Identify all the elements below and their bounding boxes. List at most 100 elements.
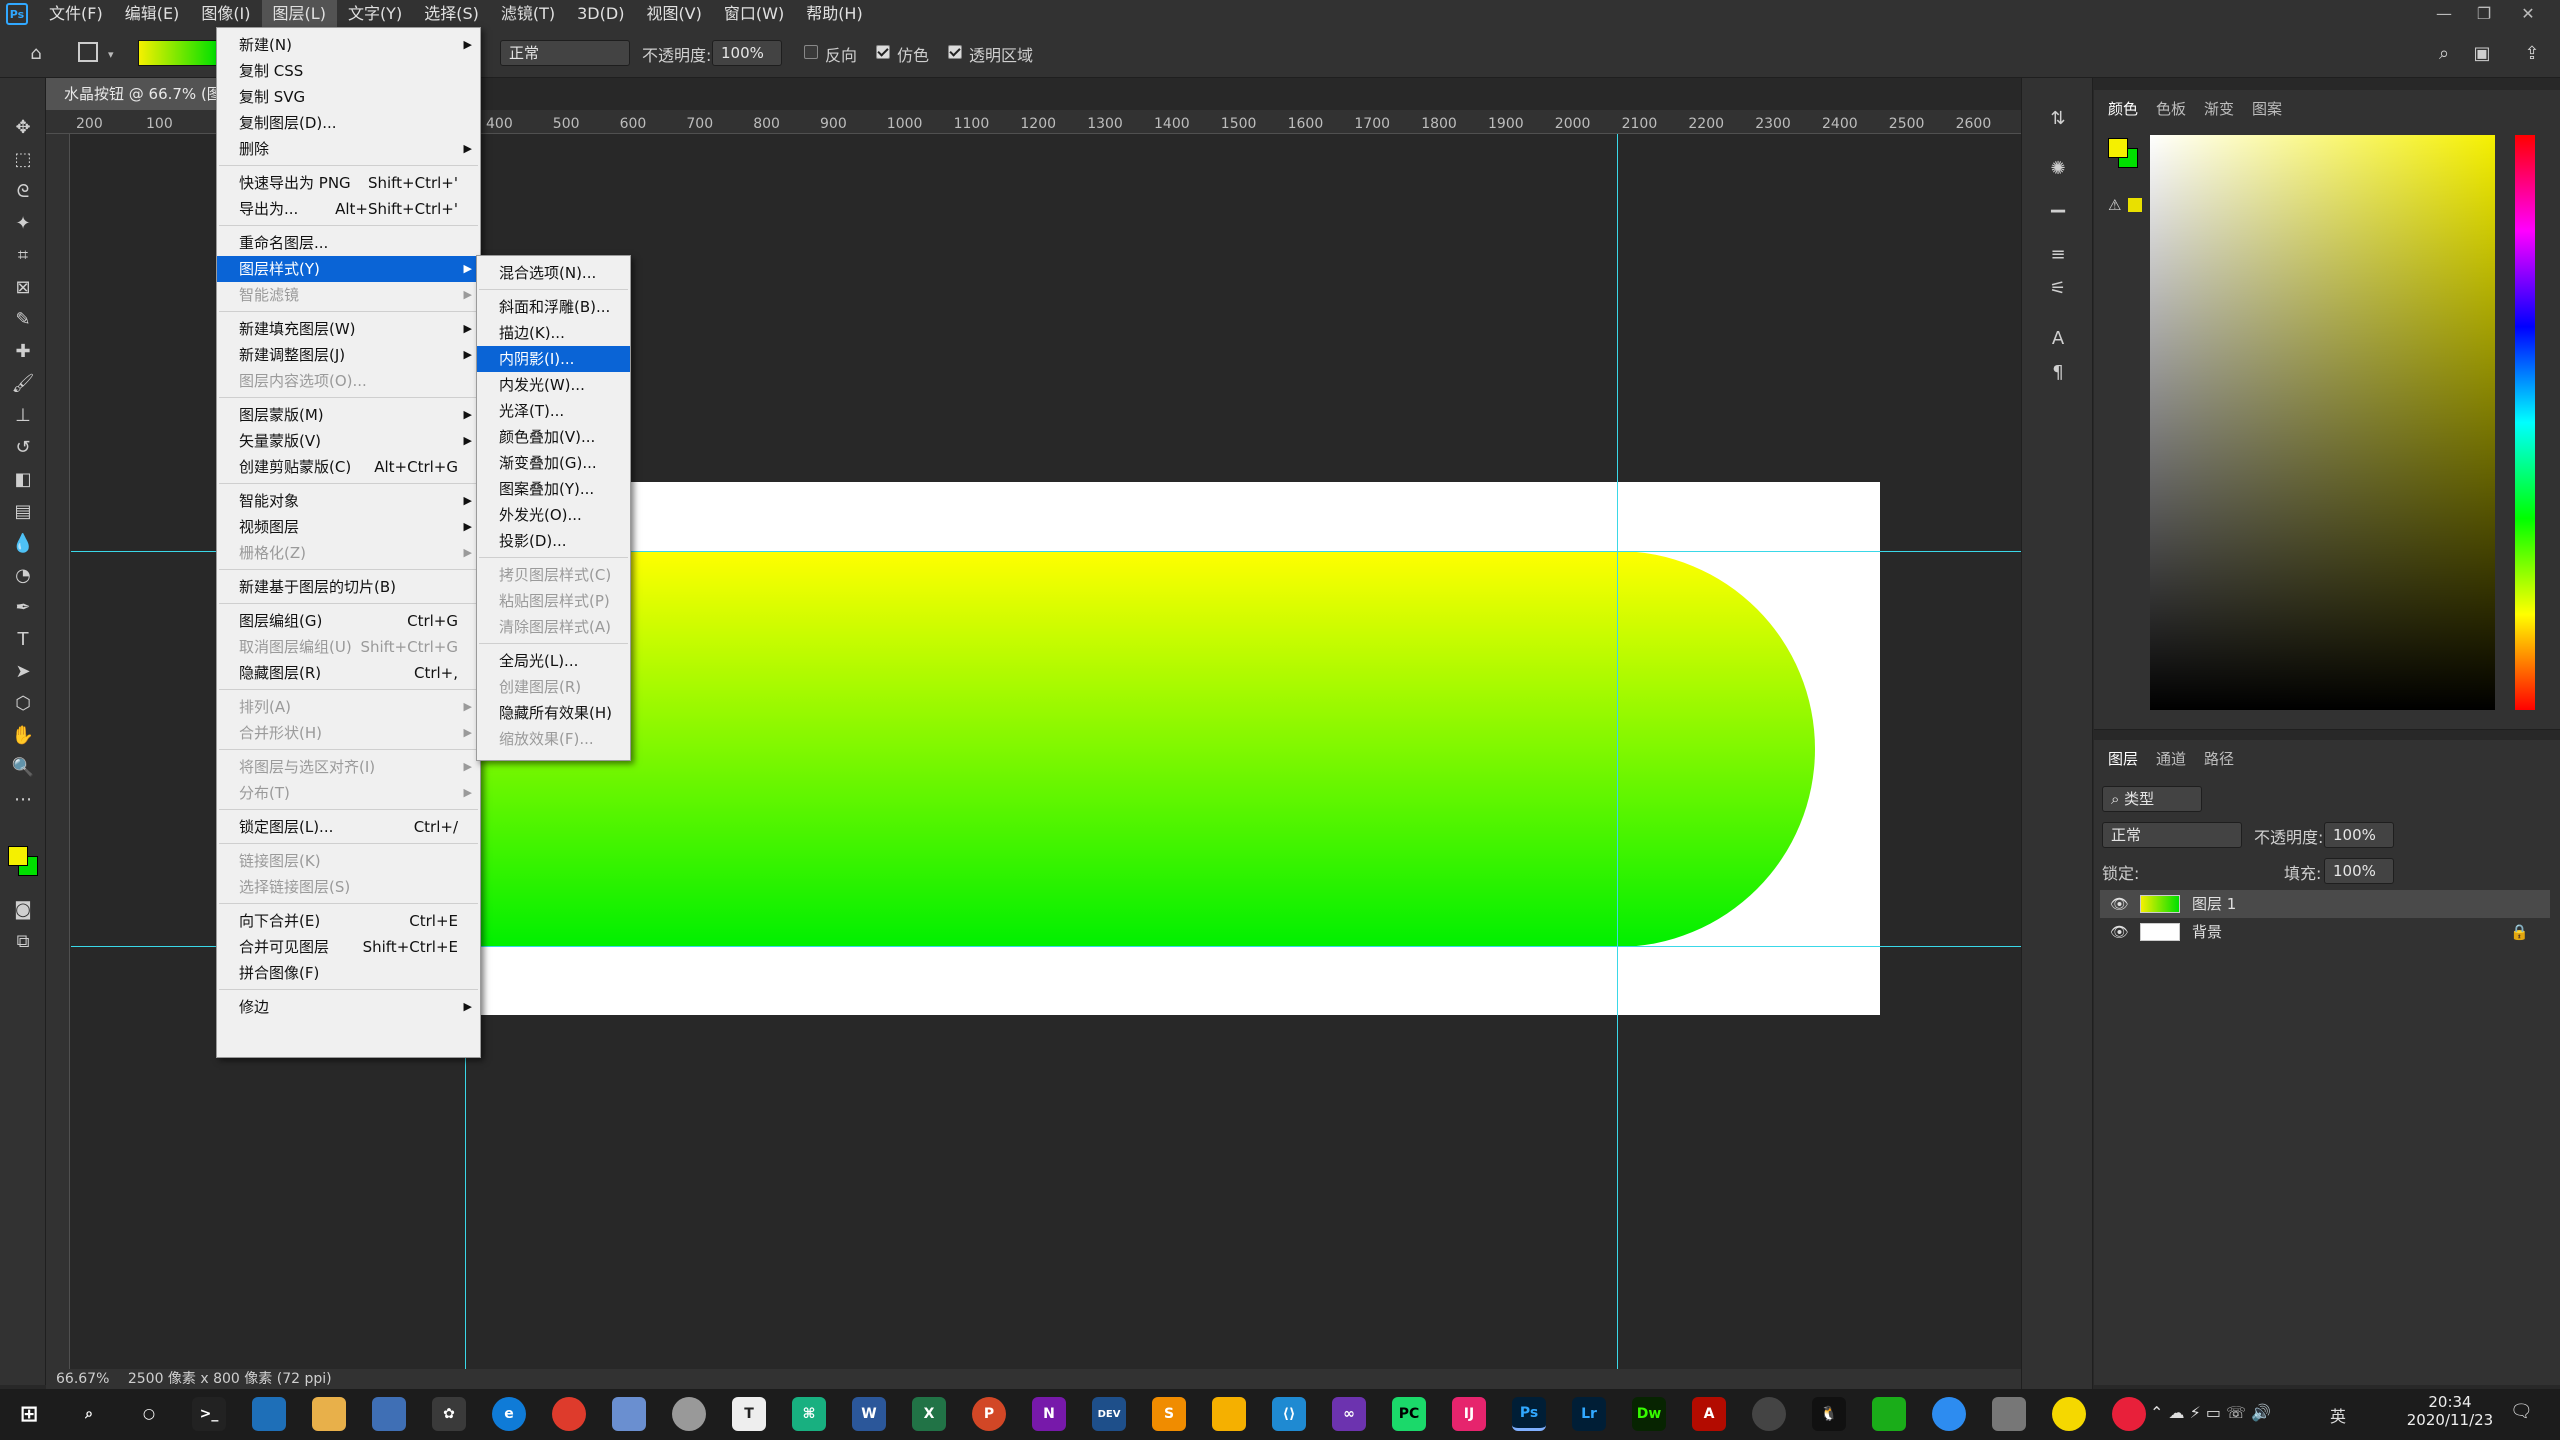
tab-paths[interactable]: 路径 — [2204, 748, 2234, 769]
onenote-icon[interactable]: N — [1032, 1397, 1066, 1431]
menu-item[interactable]: 新建基于图层的切片(B) — [217, 574, 480, 600]
tab-layers[interactable]: 图层 — [2108, 748, 2138, 769]
menu-item[interactable]: 图层编组(G) Ctrl+G — [217, 608, 480, 634]
marquee-tool-icon[interactable]: ⬚ — [9, 146, 37, 172]
eyedropper-icon[interactable]: ✎ — [9, 306, 37, 332]
powerpoint-icon[interactable]: P — [972, 1397, 1006, 1431]
excel-icon[interactable]: X — [912, 1397, 946, 1431]
menu-item[interactable]: 图层蒙版(M) ▶ — [217, 402, 480, 428]
guide-vertical[interactable] — [1617, 134, 1618, 1369]
menu-item[interactable]: 新建填充图层(W) ▶ — [217, 316, 480, 342]
terminal-app-icon[interactable]: >_ — [192, 1397, 226, 1431]
tab-gradients[interactable]: 渐变 — [2204, 98, 2234, 119]
menu-item[interactable]: 锁定图层(L)... Ctrl+/ — [217, 814, 480, 840]
menu-item[interactable]: 向下合并(E) Ctrl+E — [217, 908, 480, 934]
menu-item[interactable]: 渐变叠加(G)... — [477, 450, 630, 476]
frame-tool-icon[interactable]: ⊠ — [9, 274, 37, 300]
tab-swatches[interactable]: 色板 — [2156, 98, 2186, 119]
menu-item[interactable]: 光泽(T)... — [477, 398, 630, 424]
notification-icon[interactable]: 🗨 — [2510, 1401, 2533, 1422]
edge-icon[interactable]: e — [492, 1397, 526, 1431]
intellij-icon[interactable]: IJ — [1452, 1397, 1486, 1431]
app-icon[interactable] — [1752, 1397, 1786, 1431]
gradient-pill-shape[interactable] — [470, 551, 1815, 947]
workspace-icon[interactable]: ▣ — [2468, 40, 2496, 66]
dodge-tool-icon[interactable]: ◔ — [9, 562, 37, 588]
zoom-tool-icon[interactable]: 🔍 — [9, 754, 37, 780]
gamut-warning-icon[interactable]: ⚠ — [2108, 196, 2121, 214]
menu-item[interactable]: 外发光(O)... — [477, 502, 630, 528]
menu-0[interactable]: 文件(F) — [38, 0, 114, 28]
word-icon[interactable]: W — [852, 1397, 886, 1431]
menu-1[interactable]: 编辑(E) — [114, 0, 191, 28]
menu-item[interactable]: 复制 CSS — [217, 58, 480, 84]
calculator-icon[interactable] — [372, 1397, 406, 1431]
chrome-icon[interactable] — [552, 1397, 586, 1431]
tab-patterns[interactable]: 图案 — [2252, 98, 2282, 119]
visual-studio-icon[interactable]: ∞ — [1332, 1397, 1366, 1431]
menu-3[interactable]: 图层(L) — [261, 0, 337, 28]
home-icon[interactable]: ⌂ — [22, 40, 50, 66]
menu-item[interactable]: 创建剪贴蒙版(C) Alt+Ctrl+G — [217, 454, 480, 480]
chevron-down-icon[interactable]: ▾ — [108, 48, 114, 61]
app-icon[interactable]: ⌘ — [792, 1397, 826, 1431]
stamp-tool-icon[interactable]: ⊥ — [9, 402, 37, 428]
app-icon[interactable] — [1992, 1397, 2026, 1431]
brush-tool-icon[interactable]: 🖌 — [9, 370, 37, 396]
tab-channels[interactable]: 通道 — [2156, 748, 2186, 769]
app-icon[interactable] — [2052, 1397, 2086, 1431]
eraser-tool-icon[interactable]: ◧ — [9, 466, 37, 492]
menu-item[interactable]: 快速导出为 PNG Shift+Ctrl+' — [217, 170, 480, 196]
menu-item[interactable]: 全局光(L)... — [477, 648, 630, 674]
menu-item[interactable]: 图案叠加(Y)... — [477, 476, 630, 502]
histogram-panel-icon[interactable]: ▁ — [2046, 192, 2070, 216]
layer-fill-field[interactable]: 100% — [2324, 858, 2394, 884]
menu-item[interactable]: 颜色叠加(V)... — [477, 424, 630, 450]
menu-item[interactable]: 导出为... Alt+Shift+Ctrl+' — [217, 196, 480, 222]
file-explorer-icon[interactable] — [312, 1397, 346, 1431]
magic-wand-icon[interactable]: ✦ — [9, 210, 37, 236]
menu-5[interactable]: 选择(S) — [413, 0, 490, 28]
document-tab[interactable]: 水晶按钮 @ 66.7% (图层 1, RGB/8#) — [46, 78, 216, 110]
layer-name[interactable]: 图层 1 — [2192, 890, 2236, 918]
menu-9[interactable]: 窗口(W) — [713, 0, 795, 28]
menu-item[interactable]: 智能对象 ▶ — [217, 488, 480, 514]
windows-start-icon[interactable]: ⊞ — [12, 1397, 46, 1431]
app-icon[interactable] — [252, 1397, 286, 1431]
menu-item[interactable]: 删除 ▶ — [217, 136, 480, 162]
history-brush-icon[interactable]: ↺ — [9, 434, 37, 460]
menu-item[interactable]: 内阴影(I)... — [477, 346, 630, 372]
hue-slider[interactable] — [2515, 135, 2535, 710]
tray-icons[interactable]: ⌃ ☁ ⚡ ▭ ☏ 🔊 — [2150, 1403, 2271, 1422]
menu-item[interactable]: 矢量蒙版(V) ▶ — [217, 428, 480, 454]
screen-mode-icon[interactable]: ⧉ — [9, 928, 37, 954]
lightroom-icon[interactable]: Lr — [1572, 1397, 1606, 1431]
typora-icon[interactable]: T — [732, 1397, 766, 1431]
move-tool-icon[interactable]: ✥ — [9, 114, 37, 140]
dreamweaver-icon[interactable]: Dw — [1632, 1397, 1666, 1431]
blur-tool-icon[interactable]: 💧 — [9, 530, 37, 556]
layer-filter-select[interactable]: ⌕ 类型 — [2102, 786, 2202, 812]
history-panel-icon[interactable]: ⇅ — [2046, 108, 2070, 132]
healing-brush-icon[interactable]: ✚ — [9, 338, 37, 364]
photoshop-taskbar-icon[interactable]: Ps — [1512, 1397, 1546, 1431]
app-icon[interactable]: ✿ — [432, 1397, 466, 1431]
character-panel-icon[interactable]: A — [2046, 328, 2070, 352]
gradient-swatch[interactable] — [138, 40, 218, 66]
layer-opacity-field[interactable]: 100% — [2324, 822, 2394, 848]
layer-row[interactable]: 👁 图层 1 — [2100, 890, 2550, 918]
layer-row[interactable]: 👁 背景 🔒 — [2100, 918, 2550, 946]
menu-item[interactable]: 合并可见图层 Shift+Ctrl+E — [217, 934, 480, 960]
wechat-icon[interactable] — [1872, 1397, 1906, 1431]
menu-item[interactable]: 视频图层 ▶ — [217, 514, 480, 540]
adjustments-panel-icon[interactable]: ✺ — [2046, 158, 2070, 182]
share-icon[interactable]: ⇪ — [2518, 40, 2546, 66]
opacity-field[interactable]: 100% — [712, 40, 782, 66]
menu-item[interactable]: 隐藏所有效果(H) — [477, 700, 630, 726]
more-tools-icon[interactable]: ⋯ — [9, 786, 37, 812]
menu-item[interactable]: 斜面和浮雕(B)... — [477, 294, 630, 320]
app-icon[interactable] — [1212, 1397, 1246, 1431]
menu-item[interactable]: 隐藏图层(R) Ctrl+, — [217, 660, 480, 686]
close-button[interactable]: ✕ — [2510, 0, 2546, 28]
crop-tool-icon[interactable]: ⌗ — [9, 242, 37, 268]
